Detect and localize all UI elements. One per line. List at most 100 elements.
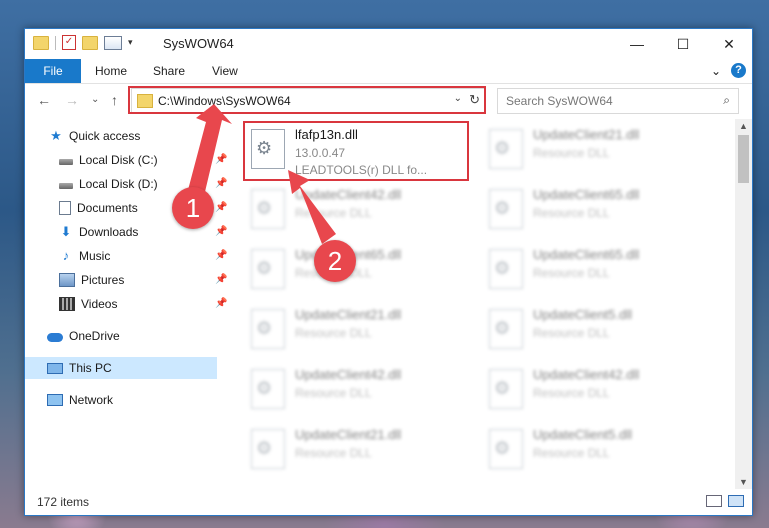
dll-file-icon — [489, 429, 523, 469]
folder-icon[interactable] — [33, 35, 49, 50]
forward-button[interactable]: → — [65, 92, 79, 108]
search-placeholder: Search SysWOW64 — [506, 94, 613, 108]
sidebar-item-label: Quick access — [69, 129, 141, 143]
file-name: UpdateClient42.dll — [295, 367, 402, 382]
back-button[interactable]: ← — [37, 92, 51, 108]
recent-locations-chevron-icon[interactable]: ⌄ — [91, 94, 99, 105]
scroll-up-icon[interactable]: ▲ — [739, 121, 748, 131]
properties-icon[interactable] — [104, 35, 122, 50]
dll-file-icon — [489, 369, 523, 409]
sidebar-item-music[interactable]: ♪ Music 📌 — [59, 245, 228, 267]
file-type: Resource DLL — [295, 446, 372, 460]
maximize-button[interactable]: ☐ — [660, 29, 706, 59]
dll-file-icon — [251, 309, 285, 349]
up-button[interactable]: ↑ — [111, 92, 118, 108]
file-tile[interactable]: UpdateClient42.dll Resource DLL — [483, 361, 709, 417]
window-title: SysWOW64 — [163, 36, 234, 51]
file-name: UpdateClient5.dll — [533, 427, 633, 442]
sidebar-item-onedrive[interactable]: OneDrive — [47, 325, 120, 347]
pictures-icon — [59, 273, 75, 287]
step-marker-2: 2 — [314, 240, 356, 282]
step-marker-1: 1 — [172, 187, 214, 229]
sidebar-item-label: Music — [79, 249, 111, 263]
tab-home[interactable]: Home — [95, 59, 127, 83]
sidebar-item-label: Local Disk (D:) — [79, 177, 158, 191]
dll-file-icon — [489, 249, 523, 289]
vertical-scrollbar[interactable]: ▲ ▼ — [735, 119, 752, 489]
details-view-icon[interactable] — [706, 495, 722, 507]
properties-check-icon[interactable]: ✓ — [62, 35, 76, 50]
file-tile[interactable]: UpdateClient42.dll Resource DLL — [245, 181, 471, 237]
tab-view[interactable]: View — [212, 59, 238, 83]
file-name: UpdateClient65.dll — [533, 247, 640, 262]
help-icon[interactable]: ? — [731, 63, 746, 78]
file-name: UpdateClient42.dll — [295, 187, 402, 202]
dll-file-icon — [489, 129, 523, 169]
title-bar: ✓ ▾ SysWOW64 — ☐ ✕ — [25, 29, 752, 59]
network-icon — [47, 394, 63, 406]
onedrive-icon — [47, 332, 63, 342]
file-type: Resource DLL — [295, 386, 372, 400]
ribbon-right-controls: ⌄ ? — [711, 63, 746, 78]
divider — [55, 35, 56, 50]
view-switcher — [706, 495, 744, 507]
file-tile[interactable]: UpdateClient65.dll Resource DLL — [483, 241, 709, 297]
file-tile[interactable]: UpdateClient65.dll Resource DLL — [245, 241, 471, 297]
new-folder-icon[interactable] — [82, 35, 98, 50]
navigation-bar: ← → ⌄ ↑ C:\Windows\SysWOW64 ⌄ ↻ Search S… — [25, 84, 752, 118]
quick-access-toolbar: ✓ ▾ — [33, 35, 133, 50]
ribbon-tabs: File Home Share View ⌄ ? — [25, 59, 752, 84]
documents-icon — [59, 201, 71, 215]
large-icons-view-icon[interactable] — [728, 495, 744, 507]
file-type: Resource DLL — [533, 446, 610, 460]
sidebar-item-label: Videos — [81, 297, 118, 311]
dll-file-icon — [251, 189, 285, 229]
file-tile[interactable]: UpdateClient65.dll Resource DLL — [483, 181, 709, 237]
file-tile[interactable]: UpdateClient5.dll Resource DLL — [483, 301, 709, 357]
file-tile[interactable]: UpdateClient5.dll Resource DLL — [483, 421, 709, 477]
scroll-down-icon[interactable]: ▼ — [739, 477, 748, 487]
sidebar-item-local-disk-c[interactable]: Local Disk (C:) 📌 — [59, 149, 227, 171]
search-icon[interactable]: ⌕ — [723, 93, 730, 108]
scroll-thumb[interactable] — [738, 135, 749, 183]
search-input[interactable]: Search SysWOW64 ⌕ — [497, 88, 739, 114]
file-tile[interactable]: UpdateClient21.dll Resource DLL — [245, 421, 471, 477]
item-count: 172 items — [37, 495, 90, 509]
sidebar-item-pictures[interactable]: Pictures 📌 — [59, 269, 227, 291]
close-button[interactable]: ✕ — [706, 29, 752, 59]
file-name: UpdateClient21.dll — [533, 127, 640, 142]
file-type: Resource DLL — [533, 266, 610, 280]
file-tile[interactable]: UpdateClient21.dll Resource DLL — [483, 121, 709, 177]
disk-icon — [59, 158, 73, 165]
navigation-pane: ★ Quick access Local Disk (C:) 📌 Local D… — [25, 119, 228, 489]
dll-file-icon — [489, 309, 523, 349]
window-controls: — ☐ ✕ — [614, 29, 752, 59]
videos-icon — [59, 297, 75, 311]
dll-file-icon — [251, 369, 285, 409]
file-tile[interactable]: UpdateClient21.dll Resource DLL — [245, 301, 471, 357]
sidebar-item-videos[interactable]: Videos 📌 — [59, 293, 227, 315]
disk-icon — [59, 182, 73, 189]
address-highlight-box — [128, 86, 486, 114]
tab-share[interactable]: Share — [153, 59, 185, 83]
sidebar-item-label: OneDrive — [69, 329, 120, 343]
file-type: Resource DLL — [533, 206, 610, 220]
sidebar-item-label: Local Disk (C:) — [79, 153, 158, 167]
file-name: UpdateClient21.dll — [295, 307, 402, 322]
file-type: Resource DLL — [295, 206, 372, 220]
file-type: Resource DLL — [295, 326, 372, 340]
file-tile[interactable]: UpdateClient42.dll Resource DLL — [245, 361, 471, 417]
file-list: lfafp13n.dll 13.0.0.47 LEADTOOLS(r) DLL … — [217, 119, 735, 489]
dll-file-icon — [251, 429, 285, 469]
file-type: Resource DLL — [533, 146, 610, 160]
minimize-button[interactable]: — — [614, 29, 660, 59]
expand-ribbon-chevron-icon[interactable]: ⌄ — [711, 64, 721, 78]
sidebar-item-this-pc[interactable]: This PC — [25, 357, 217, 379]
sidebar-item-label: Documents — [77, 201, 138, 215]
customize-toolbar-chevron-icon[interactable]: ▾ — [128, 37, 133, 48]
file-name: UpdateClient65.dll — [533, 187, 640, 202]
sidebar-item-quick-access[interactable]: ★ Quick access — [49, 125, 140, 147]
sidebar-item-network[interactable]: Network — [47, 389, 113, 411]
status-bar: 172 items — [25, 489, 752, 515]
tab-file[interactable]: File — [25, 59, 81, 83]
